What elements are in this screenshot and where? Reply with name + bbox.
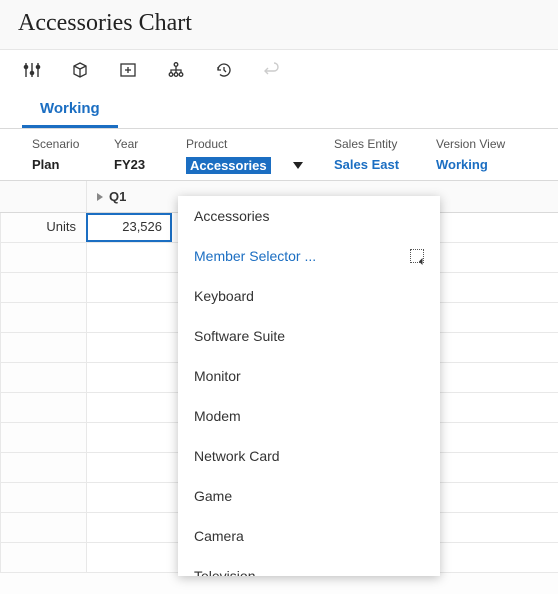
pov-sales-label: Sales Entity xyxy=(334,137,416,151)
dropdown-item-keyboard[interactable]: Keyboard xyxy=(178,276,440,316)
cell-empty[interactable] xyxy=(86,333,172,362)
row-header-empty xyxy=(0,363,86,392)
cell-empty[interactable] xyxy=(86,453,172,482)
tab-working[interactable]: Working xyxy=(22,90,118,128)
hierarchy-icon[interactable] xyxy=(166,60,186,80)
pov-version-value[interactable]: Working xyxy=(436,157,526,172)
row-header-empty xyxy=(0,453,86,482)
title-bar: Accessories Chart xyxy=(0,0,558,50)
pov-year-label: Year xyxy=(114,137,166,151)
cell-empty[interactable] xyxy=(86,513,172,542)
pov-scenario-label: Scenario xyxy=(32,137,94,151)
pov-product-label: Product xyxy=(186,137,314,151)
row-header-units[interactable]: Units xyxy=(0,213,86,242)
cell-empty[interactable] xyxy=(86,273,172,302)
dropdown-item-accessories[interactable]: Accessories xyxy=(178,196,440,236)
cell-units-q1[interactable]: 23,526 xyxy=(86,213,172,242)
row-header-empty xyxy=(0,243,86,272)
row-header-empty xyxy=(0,333,86,362)
dropdown-item-monitor[interactable]: Monitor xyxy=(178,356,440,396)
row-header-empty xyxy=(0,303,86,332)
cube-icon[interactable] xyxy=(70,60,90,80)
cell-empty[interactable] xyxy=(86,243,172,272)
grid-corner xyxy=(0,181,86,212)
row-header-empty xyxy=(0,483,86,512)
expand-icon[interactable] xyxy=(97,193,103,201)
row-header-empty xyxy=(0,393,86,422)
pov-bar: Scenario Plan Year FY23 Product Accessor… xyxy=(0,129,558,181)
column-header-label: Q1 xyxy=(109,189,126,204)
dropdown-item-television[interactable]: Television xyxy=(178,556,440,576)
member-selector-icon xyxy=(410,249,424,263)
pov-product[interactable]: Product Accessories xyxy=(176,137,324,174)
row-header-empty xyxy=(0,423,86,452)
tab-bar: Working xyxy=(0,90,558,129)
cell-empty[interactable] xyxy=(86,423,172,452)
cell-empty[interactable] xyxy=(86,483,172,512)
cell-empty[interactable] xyxy=(86,363,172,392)
pov-year-value: FY23 xyxy=(114,157,166,172)
chevron-down-icon[interactable] xyxy=(293,162,303,169)
history-icon[interactable] xyxy=(214,60,234,80)
row-header-empty xyxy=(0,273,86,302)
dropdown-item-modem[interactable]: Modem xyxy=(178,396,440,436)
pov-year: Year FY23 xyxy=(104,137,176,174)
dropdown-item-network-card[interactable]: Network Card xyxy=(178,436,440,476)
cell-empty[interactable] xyxy=(86,393,172,422)
pov-sales-entity[interactable]: Sales Entity Sales East xyxy=(324,137,426,174)
row-header-empty xyxy=(0,543,86,572)
settings-sliders-icon[interactable] xyxy=(22,60,42,80)
page-title: Accessories Chart xyxy=(18,10,540,37)
toolbar xyxy=(0,50,558,90)
pov-scenario: Scenario Plan xyxy=(22,137,104,174)
pov-sales-value[interactable]: Sales East xyxy=(334,157,416,172)
pov-version-view[interactable]: Version View Working xyxy=(426,137,536,174)
cell-empty[interactable] xyxy=(86,303,172,332)
pov-version-label: Version View xyxy=(436,137,526,151)
column-header-q1[interactable]: Q1 xyxy=(86,181,172,212)
member-selector-label: Member Selector ... xyxy=(194,248,316,264)
dropdown-item-camera[interactable]: Camera xyxy=(178,516,440,556)
product-dropdown[interactable]: Accessories Member Selector ... Keyboard… xyxy=(178,196,440,576)
dropdown-item-software-suite[interactable]: Software Suite xyxy=(178,316,440,356)
add-panel-icon[interactable] xyxy=(118,60,138,80)
dropdown-item-game[interactable]: Game xyxy=(178,476,440,516)
row-header-empty xyxy=(0,513,86,542)
pov-scenario-value: Plan xyxy=(32,157,94,172)
pov-product-value[interactable]: Accessories xyxy=(186,157,271,174)
dropdown-member-selector[interactable]: Member Selector ... xyxy=(178,236,440,276)
undo-icon xyxy=(262,60,282,80)
cell-empty[interactable] xyxy=(86,543,172,572)
